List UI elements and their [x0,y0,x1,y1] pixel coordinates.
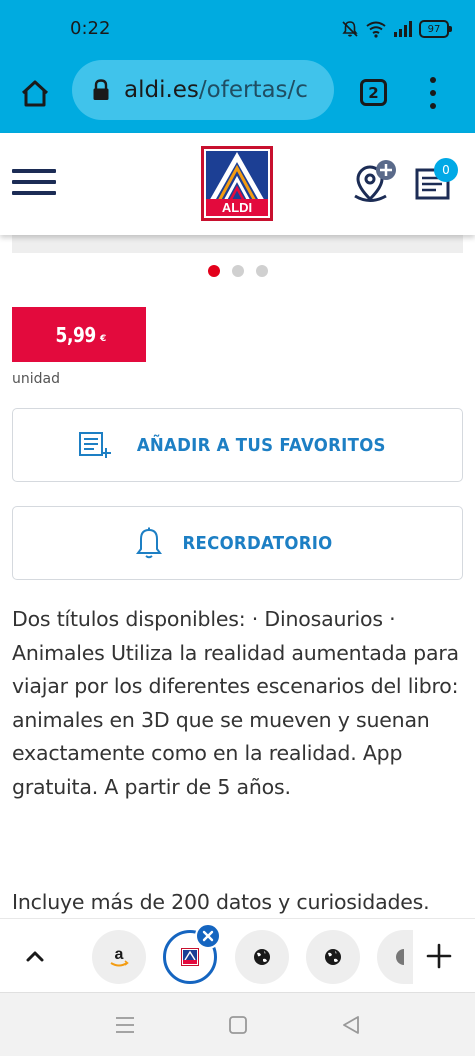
carousel-dots [208,265,268,277]
svg-text:a: a [115,946,124,963]
new-tab-button[interactable] [424,941,454,971]
battery-level: 97 [427,23,441,35]
globe-icon [254,949,270,965]
carousel-dot-2[interactable] [232,265,244,277]
status-icons: 97 [341,20,452,38]
bell-icon [135,527,162,559]
status-bar: 0:22 97 [0,0,475,58]
tab-switcher-button[interactable]: 2 [360,79,387,106]
home-square-icon[interactable] [226,1013,250,1037]
mute-bell-icon [342,21,358,37]
url-text: aldi.es/ofertas/c [124,77,308,103]
url-path: /ofertas/c [198,77,308,103]
aldi-logo-icon [181,948,199,966]
amazon-icon: a [110,946,129,967]
reminder-button[interactable]: RECORDATORIO [12,506,463,580]
product-description-extra: Incluye más de 200 datos y curiosidades. [12,890,430,914]
product-description: Dos títulos disponibles: · Dinosaurios ·… [12,607,459,799]
tab-strip: a [0,918,475,992]
carousel-dot-1[interactable] [208,265,220,277]
favorites-label: AÑADIR A TUS FAVORITOS [137,434,386,456]
hamburger-menu-button[interactable] [12,167,56,197]
chevron-up-icon[interactable] [20,941,50,971]
browser-menu-button[interactable] [424,76,442,110]
close-tab-button[interactable] [195,923,221,949]
site-header: ALDI [0,133,475,235]
address-bar[interactable]: aldi.es/ofertas/c [72,60,334,120]
tab-count: 2 [368,83,379,102]
reminder-label: RECORDATORIO [182,532,333,554]
price-unit: unidad [12,371,60,387]
globe-icon [396,949,404,965]
url-host: aldi.es [124,77,199,103]
tab-thumb-amazon[interactable]: a [92,930,146,984]
home-button[interactable] [18,76,52,110]
wifi-icon [366,21,386,38]
add-to-list-icon [79,432,112,458]
add-store-button[interactable] [350,159,398,207]
recent-apps-icon[interactable] [113,1013,137,1037]
product-image-bottom [12,235,463,253]
tab-thumb-4[interactable] [306,930,360,984]
status-time: 0:22 [70,18,111,39]
battery-icon: 97 [419,20,452,38]
list-count-badge: 0 [434,158,458,182]
back-triangle-icon[interactable] [339,1013,363,1037]
tab-thumb-5[interactable] [377,930,413,984]
carousel-dot-3[interactable] [256,265,268,277]
logo-mark: ALDI [206,151,268,216]
aldi-logo[interactable]: ALDI [201,146,273,221]
globe-icon [325,949,341,965]
location-plus-icon [354,160,396,202]
browser-toolbar: aldi.es/ofertas/c 2 [0,58,475,126]
aldi-a-icon: ALDI [206,151,268,216]
price-tag: 5,99 € [12,307,146,362]
tab-thumb-3[interactable] [235,930,289,984]
add-to-favorites-button[interactable]: AÑADIR A TUS FAVORITOS [12,408,463,482]
logo-text: ALDI [222,200,252,215]
browser-chrome: 0:22 97 aldi.es/ofertas/c 2 [0,0,475,133]
signal-icon [394,21,412,37]
home-icon [21,80,49,107]
system-nav-bar [0,992,475,1056]
lock-icon [93,79,109,100]
price-value: 5,99 [55,322,96,347]
price-currency: € [100,333,107,344]
close-icon [202,930,214,942]
